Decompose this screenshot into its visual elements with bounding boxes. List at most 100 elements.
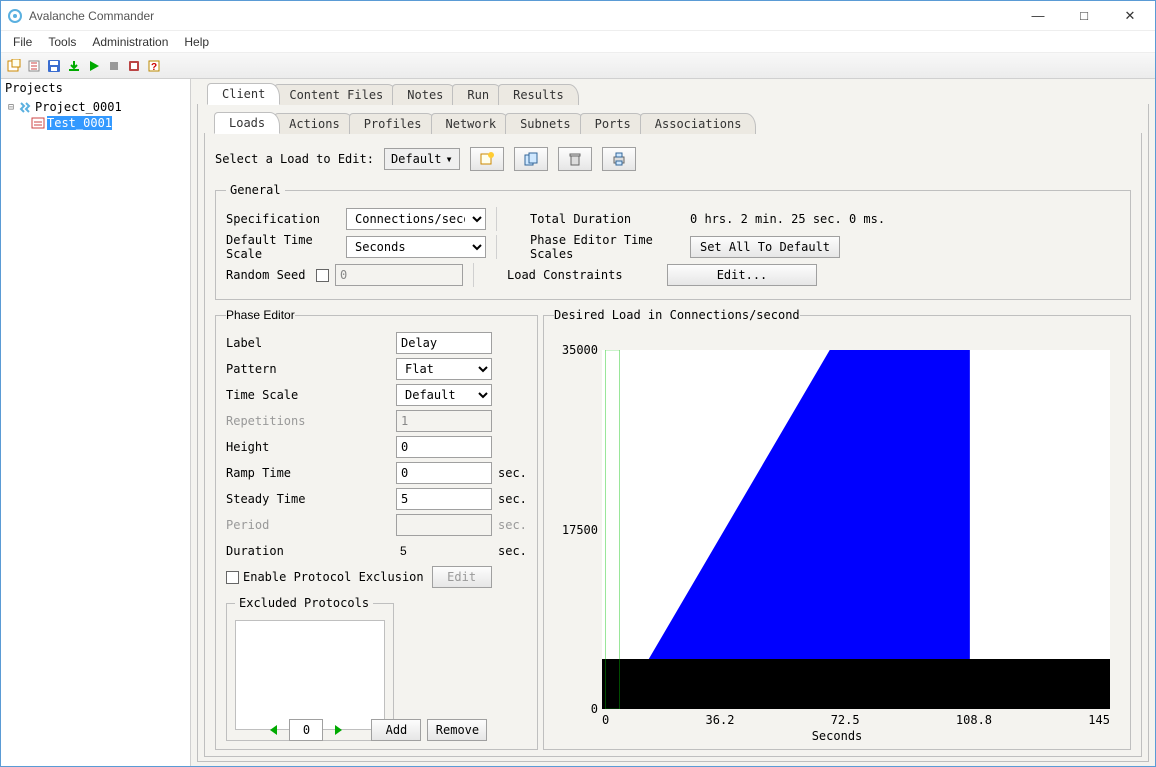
specification-select[interactable]: Connections/second — [346, 208, 486, 230]
random-seed-input[interactable] — [335, 264, 463, 286]
chart-legend: Desired Load in Connections/second — [554, 308, 800, 322]
sub-tabs: Loads Actions Profiles Network Subnets P… — [214, 110, 1142, 134]
enable-protocol-exclusion-label: Enable Protocol Exclusion — [243, 570, 424, 584]
phase-editor-time-scales-label: Phase Editor Time Scales — [530, 233, 690, 261]
x-axis-title: Seconds — [544, 729, 1130, 743]
load-select[interactable]: Default ▾ — [384, 148, 460, 170]
y-tick-max: 35000 — [562, 343, 598, 357]
menu-help[interactable]: Help — [176, 33, 217, 51]
projects-panel: Projects ⊟ Project_0001 Test_0001 — [1, 79, 191, 766]
projects-title: Projects — [1, 79, 190, 97]
tree-collapse-icon[interactable]: ⊟ — [5, 102, 17, 113]
x-tick-3: 108.8 — [956, 713, 992, 727]
app-icon — [7, 8, 23, 24]
print-load-button[interactable] — [602, 147, 636, 171]
tool-stop-icon[interactable] — [105, 57, 123, 75]
delete-load-button[interactable] — [558, 147, 592, 171]
pe-repetitions-input — [396, 410, 492, 432]
load-chart[interactable]: 35000 17500 0 — [602, 350, 1110, 709]
phase-add-button[interactable]: Add — [371, 719, 421, 741]
tree-project-label: Project_0001 — [35, 100, 122, 114]
pe-time-scale-select[interactable]: Default — [396, 384, 492, 406]
pe-pattern-label: Pattern — [226, 362, 396, 376]
tab-notes[interactable]: Notes — [392, 84, 458, 105]
menu-file[interactable]: File — [5, 33, 40, 51]
maximize-button[interactable]: □ — [1061, 2, 1107, 30]
tab-profiles[interactable]: Profiles — [349, 113, 437, 134]
enable-protocol-exclusion-checkbox[interactable]: Enable Protocol Exclusion — [226, 570, 424, 584]
total-duration-label: Total Duration — [530, 212, 690, 226]
tool-export-icon[interactable] — [65, 57, 83, 75]
tab-loads[interactable]: Loads — [214, 112, 280, 134]
toolbar: ? — [1, 53, 1155, 79]
protocol-exclusion-edit-button: Edit — [432, 566, 492, 588]
svg-text:?: ? — [151, 62, 157, 73]
load-constraints-edit-button[interactable]: Edit... — [667, 264, 817, 286]
chevron-down-icon: ▾ — [446, 152, 453, 166]
excluded-protocols-list[interactable] — [235, 620, 385, 730]
menubar: File Tools Administration Help — [1, 31, 1155, 53]
minimize-button[interactable]: — — [1015, 2, 1061, 30]
pe-height-input[interactable] — [396, 436, 492, 458]
general-legend: General — [226, 183, 285, 197]
tab-associations[interactable]: Associations — [640, 113, 757, 134]
x-tick-0: 0 — [602, 713, 609, 727]
tree-test-label: Test_0001 — [47, 116, 112, 130]
phase-prev-button[interactable] — [265, 721, 283, 739]
pe-time-scale-label: Time Scale — [226, 388, 396, 402]
default-time-scale-select[interactable]: Seconds — [346, 236, 486, 258]
phase-next-button[interactable] — [329, 721, 347, 739]
menu-administration[interactable]: Administration — [84, 33, 176, 51]
menu-tools[interactable]: Tools — [40, 33, 84, 51]
pe-ramp-time-input[interactable] — [396, 462, 492, 484]
tool-open-icon[interactable] — [25, 57, 43, 75]
tree-test-row[interactable]: Test_0001 — [5, 115, 186, 131]
tool-new-icon[interactable] — [5, 57, 23, 75]
tab-subnets[interactable]: Subnets — [505, 113, 586, 134]
pe-repetitions-label: Repetitions — [226, 414, 396, 428]
pe-period-input — [396, 514, 492, 536]
close-button[interactable]: ✕ — [1107, 2, 1153, 30]
pe-period-label: Period — [226, 518, 396, 532]
pe-unit: sec. — [498, 466, 527, 480]
y-tick-mid: 17500 — [562, 523, 598, 537]
project-icon — [19, 100, 33, 114]
x-tick-2: 72.5 — [831, 713, 860, 727]
pe-pattern-select[interactable]: Flat — [396, 358, 492, 380]
pe-duration-value: 5 — [396, 544, 492, 558]
tool-save-icon[interactable] — [45, 57, 63, 75]
phase-remove-button[interactable]: Remove — [427, 719, 487, 741]
phase-nav: Add Remove — [216, 719, 537, 741]
tab-network[interactable]: Network — [431, 113, 512, 134]
phase-index-input[interactable] — [289, 719, 323, 741]
random-seed-label: Random Seed — [226, 268, 316, 282]
specification-label: Specification — [226, 212, 346, 226]
pe-steady-time-label: Steady Time — [226, 492, 396, 506]
x-tick-1: 36.2 — [706, 713, 735, 727]
random-seed-checkbox[interactable] — [316, 269, 329, 282]
pe-ramp-time-label: Ramp Time — [226, 466, 396, 480]
tool-play-icon[interactable] — [85, 57, 103, 75]
new-load-button[interactable] — [470, 147, 504, 171]
tool-help-icon[interactable]: ? — [145, 57, 163, 75]
set-all-default-button[interactable]: Set All To Default — [690, 236, 840, 258]
tab-results[interactable]: Results — [498, 84, 579, 105]
x-axis: 0 36.2 72.5 108.8 145 — [602, 713, 1110, 727]
x-tick-4: 145 — [1088, 713, 1110, 727]
pe-steady-time-input[interactable] — [396, 488, 492, 510]
select-load-label: Select a Load to Edit: — [215, 152, 374, 166]
pe-label-label: Label — [226, 336, 396, 350]
pe-label-input[interactable] — [396, 332, 492, 354]
tab-run[interactable]: Run — [452, 84, 504, 105]
content-panel: Client Content Files Notes Run Results L… — [191, 79, 1155, 766]
tab-ports[interactable]: Ports — [580, 113, 646, 134]
tool-settings-icon[interactable] — [125, 57, 143, 75]
window-title: Avalanche Commander — [29, 9, 1015, 23]
tab-content-files[interactable]: Content Files — [274, 84, 398, 105]
tree-project-row[interactable]: ⊟ Project_0001 — [5, 99, 186, 115]
chart-group: Desired Load in Connections/second 35000… — [543, 308, 1131, 750]
tab-client[interactable]: Client — [207, 83, 280, 105]
tab-actions[interactable]: Actions — [274, 113, 355, 134]
pe-unit: sec. — [498, 544, 527, 558]
copy-load-button[interactable] — [514, 147, 548, 171]
